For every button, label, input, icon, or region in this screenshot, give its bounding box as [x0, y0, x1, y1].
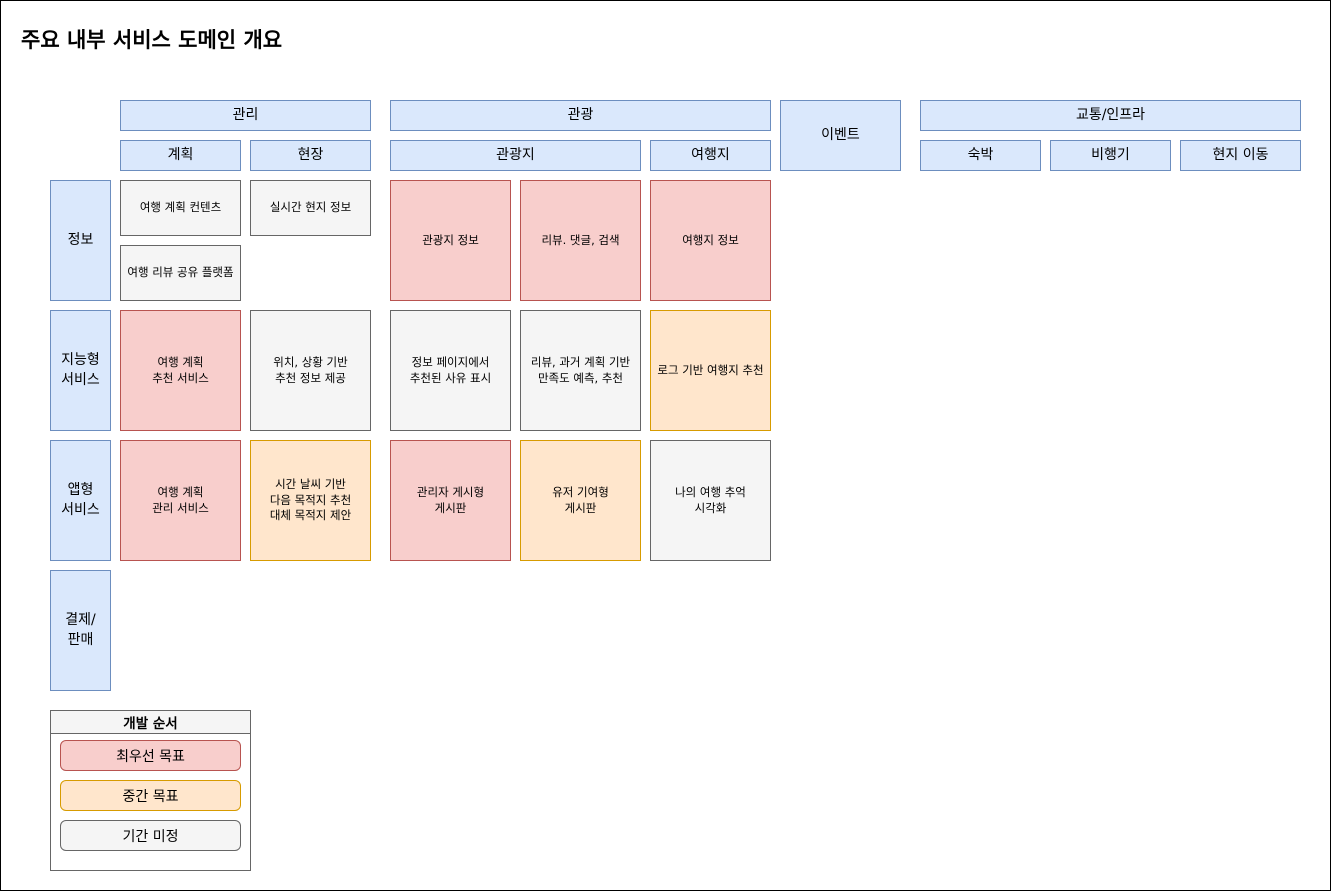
cell-info-field: 실시간 현지 정보	[250, 180, 371, 236]
cell-app-attraction: 관리자 게시형 게시판	[390, 440, 511, 561]
legend-title: 개발 순서	[51, 711, 250, 734]
subgroup-flight: 비행기	[1050, 140, 1171, 171]
cell-app-plan: 여행 계획 관리 서비스	[120, 440, 241, 561]
group-management: 관리	[120, 100, 371, 131]
legend: 개발 순서 최우선 목표 중간 목표 기간 미정	[50, 710, 251, 871]
cell-info-review: 리뷰. 댓글, 검색	[520, 180, 641, 301]
subgroup-local-transport: 현지 이동	[1180, 140, 1301, 171]
cell-intel-destination: 로그 기반 여행지 추천	[650, 310, 771, 431]
group-transport: 교통/인프라	[920, 100, 1301, 131]
legend-undecided: 기간 미정	[60, 820, 241, 851]
cell-app-review: 유저 기여형 게시판	[520, 440, 641, 561]
cell-app-destination: 나의 여행 추억 시각화	[650, 440, 771, 561]
subgroup-attraction: 관광지	[390, 140, 641, 171]
subgroup-field: 현장	[250, 140, 371, 171]
group-event: 이벤트	[780, 100, 901, 171]
cell-intel-review: 리뷰, 과거 계획 기반 만족도 예측, 추천	[520, 310, 641, 431]
legend-mid: 중간 목표	[60, 780, 241, 811]
cell-info-attraction: 관광지 정보	[390, 180, 511, 301]
cell-app-field: 시간 날씨 기반 다음 목적지 추천 대체 목적지 제안	[250, 440, 371, 561]
cell-intel-attraction: 정보 페이지에서 추천된 사유 표시	[390, 310, 511, 431]
cell-info-destination: 여행지 정보	[650, 180, 771, 301]
cell-intel-field: 위치, 상황 기반 추천 정보 제공	[250, 310, 371, 431]
legend-priority: 최우선 목표	[60, 740, 241, 771]
row-app: 앱형 서비스	[50, 440, 111, 561]
group-tourism: 관광	[390, 100, 771, 131]
cell-info-plan-review: 여행 리뷰 공유 플랫폼	[120, 245, 241, 301]
cell-intel-plan: 여행 계획 추천 서비스	[120, 310, 241, 431]
row-intelligent: 지능형 서비스	[50, 310, 111, 431]
row-payment: 결제/ 판매	[50, 570, 111, 691]
subgroup-plan: 계획	[120, 140, 241, 171]
diagram-title: 주요 내부 서비스 도메인 개요	[21, 28, 283, 52]
subgroup-destination: 여행지	[650, 140, 771, 171]
cell-info-plan-content: 여행 계획 컨텐츠	[120, 180, 241, 236]
subgroup-lodging: 숙박	[920, 140, 1041, 171]
row-info: 정보	[50, 180, 111, 301]
